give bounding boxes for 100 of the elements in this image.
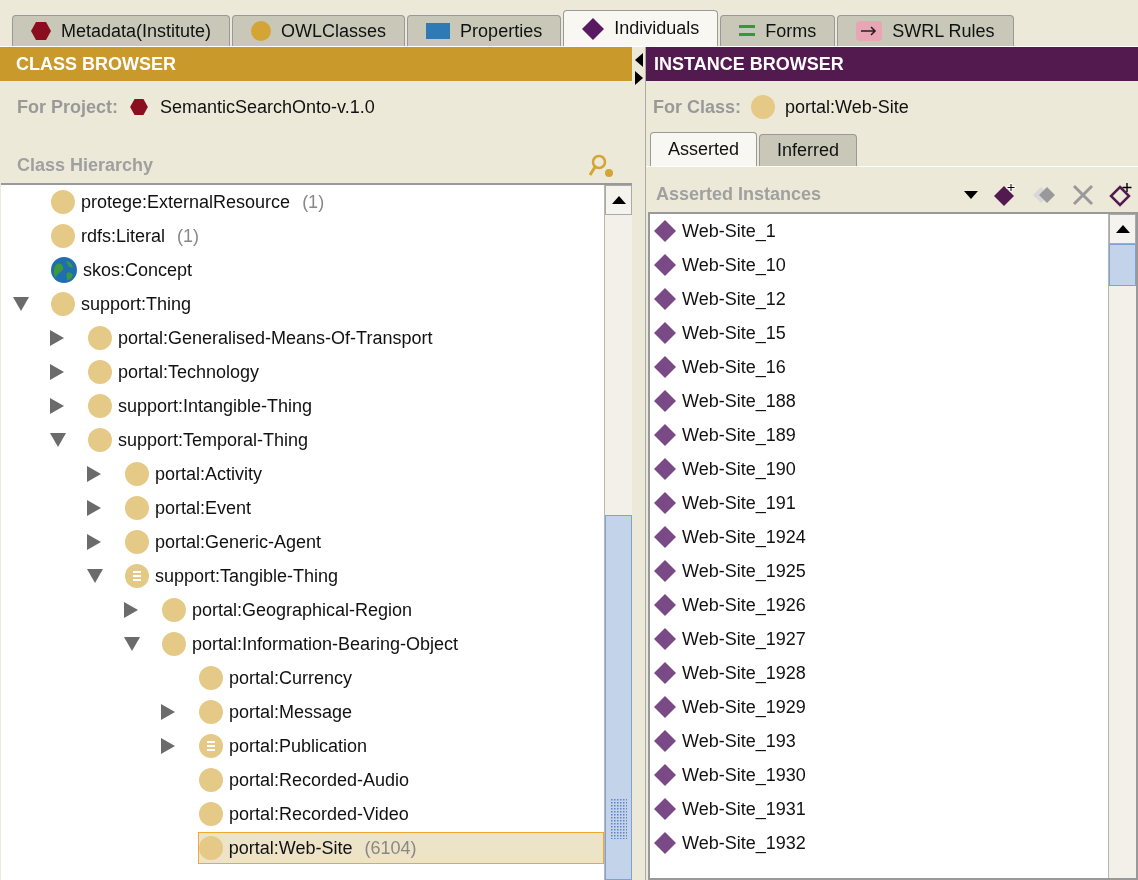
tab[interactable]: Properties	[407, 15, 562, 46]
expanded-triangle-icon[interactable]	[124, 637, 140, 651]
instance-count: (1)	[177, 224, 200, 248]
tree-item[interactable]: portal:Generic-Agent	[124, 526, 331, 558]
collapsed-triangle-icon[interactable]	[161, 704, 175, 720]
left-arrow-icon[interactable]	[634, 53, 643, 67]
add-outline-diamond-icon[interactable]	[1108, 182, 1134, 208]
tab[interactable]: Metadata(Institute)	[12, 15, 231, 46]
tab[interactable]: Individuals	[563, 10, 719, 46]
scroll-thumb[interactable]	[605, 515, 632, 880]
diamond-icon	[654, 730, 676, 752]
diamond-icon	[654, 288, 676, 310]
scroll-thumb[interactable]	[1109, 244, 1136, 286]
hexagon-icon	[130, 99, 148, 115]
collapsed-triangle-icon[interactable]	[50, 330, 64, 346]
scrollbar[interactable]	[604, 185, 632, 880]
tree-item[interactable]: skos:Concept	[50, 254, 202, 286]
instance-item[interactable]: Web-Site_15	[650, 316, 1108, 350]
instance-item[interactable]: Web-Site_1925	[650, 554, 1108, 588]
collapsed-triangle-icon[interactable]	[124, 602, 138, 618]
instance-item[interactable]: Web-Site_1926	[650, 588, 1108, 622]
tab[interactable]: OWLClasses	[232, 15, 406, 46]
diamond-icon	[654, 662, 676, 684]
tab[interactable]: Inferred	[759, 134, 858, 166]
tab[interactable]: Asserted	[650, 132, 758, 166]
tree-item[interactable]: portal:Information-Bearing-Object	[161, 628, 468, 660]
tree-item[interactable]: portal:Technology	[87, 356, 269, 388]
collapsed-triangle-icon[interactable]	[87, 500, 101, 516]
circle-icon	[125, 462, 149, 486]
circle-icon	[88, 428, 112, 452]
circle-icon	[251, 21, 272, 41]
class-name: support:Tangible-Thing	[155, 564, 339, 588]
up-arrow-icon	[611, 196, 626, 204]
instance-item[interactable]: Web-Site_1931	[650, 792, 1108, 826]
instance-item[interactable]: Web-Site_1	[650, 214, 1108, 248]
instance-item[interactable]: Web-Site_1929	[650, 690, 1108, 724]
class-name: portal:Technology	[118, 360, 260, 384]
scroll-up-button[interactable]	[1109, 214, 1136, 244]
tree-item[interactable]: support:Temporal-Thing	[87, 424, 318, 456]
instance-item[interactable]: Web-Site_16	[650, 350, 1108, 384]
tree-item[interactable]: portal:Event	[124, 492, 261, 524]
collapsed-triangle-icon[interactable]	[50, 364, 64, 380]
add-instance-icon[interactable]	[992, 182, 1018, 208]
tree-item[interactable]: portal:Recorded-Video	[198, 798, 418, 830]
tree-item[interactable]: portal:Message	[198, 696, 362, 728]
class-name: rdfs:Literal	[81, 224, 166, 248]
tree-item[interactable]: portal:Currency	[198, 662, 362, 694]
tab[interactable]: SWRL Rules	[837, 15, 1014, 46]
tab[interactable]: Forms	[720, 15, 836, 46]
tree-item[interactable]: support:Tangible-Thing	[124, 560, 348, 592]
instance-item[interactable]: Web-Site_189	[650, 418, 1108, 452]
instance-item[interactable]: Web-Site_1928	[650, 656, 1108, 690]
instance-item[interactable]: Web-Site_188	[650, 384, 1108, 418]
tree-item[interactable]: support:Thing	[50, 288, 201, 320]
hexagon-icon	[31, 22, 51, 40]
collapsed-triangle-icon[interactable]	[87, 466, 101, 482]
tree-item[interactable]: portal:Recorded-Audio	[198, 764, 419, 796]
collapsed-triangle-icon[interactable]	[161, 738, 175, 754]
right-arrow-icon[interactable]	[634, 71, 643, 85]
circle-icon	[125, 496, 149, 520]
expanded-triangle-icon[interactable]	[13, 297, 29, 311]
class-name: portal:Recorded-Audio	[229, 768, 410, 792]
class-name: portal:Publication	[229, 734, 368, 758]
instance-item[interactable]: Web-Site_1930	[650, 758, 1108, 792]
instance-item[interactable]: Web-Site_190	[650, 452, 1108, 486]
expanded-triangle-icon[interactable]	[87, 569, 103, 583]
collapsed-triangle-icon[interactable]	[50, 398, 64, 414]
tree-item[interactable]: portal:Generalised-Means-Of-Transport	[87, 322, 442, 354]
circle-icon	[162, 598, 186, 622]
class-name: portal:Generic-Agent	[155, 530, 322, 554]
class-label: For Class:	[653, 95, 742, 119]
class-name: portal:Activity	[155, 462, 263, 486]
tree-item[interactable]: portal:Activity	[124, 458, 272, 490]
instance-item[interactable]: Web-Site_193	[650, 724, 1108, 758]
tree-item[interactable]: portal:Web-Site (6104)	[197, 832, 604, 864]
tree-item[interactable]: protege:ExternalResource (1)	[50, 186, 334, 218]
scrollbar[interactable]	[1108, 214, 1136, 878]
section-label: Class Hierarchy	[17, 154, 154, 177]
tree-item[interactable]: portal:Geographical-Region	[161, 594, 422, 626]
scroll-up-button[interactable]	[605, 185, 632, 215]
collapsed-triangle-icon[interactable]	[87, 534, 101, 550]
instance-item[interactable]: Web-Site_12	[650, 282, 1108, 316]
diamond-icon	[654, 220, 676, 242]
circle-icon	[88, 394, 112, 418]
dropdown-caret-icon[interactable]	[964, 191, 978, 199]
instance-item[interactable]: Web-Site_191	[650, 486, 1108, 520]
tree-item[interactable]: rdfs:Literal (1)	[50, 220, 209, 252]
tree-item[interactable]: portal:Publication	[198, 730, 377, 762]
instance-item[interactable]: Web-Site_1927	[650, 622, 1108, 656]
diamond-icon	[654, 492, 676, 514]
tree-item[interactable]: support:Intangible-Thing	[87, 390, 322, 422]
diamond-icon	[654, 356, 676, 378]
instance-item[interactable]: Web-Site_1932	[650, 826, 1108, 860]
instance-item[interactable]: Web-Site_10	[650, 248, 1108, 282]
lines-icon	[739, 24, 756, 38]
expanded-triangle-icon[interactable]	[50, 433, 66, 447]
instance-item[interactable]: Web-Site_1924	[650, 520, 1108, 554]
diamond-icon	[654, 628, 676, 650]
circle-icon	[751, 95, 776, 119]
diamond-icon	[654, 424, 676, 446]
